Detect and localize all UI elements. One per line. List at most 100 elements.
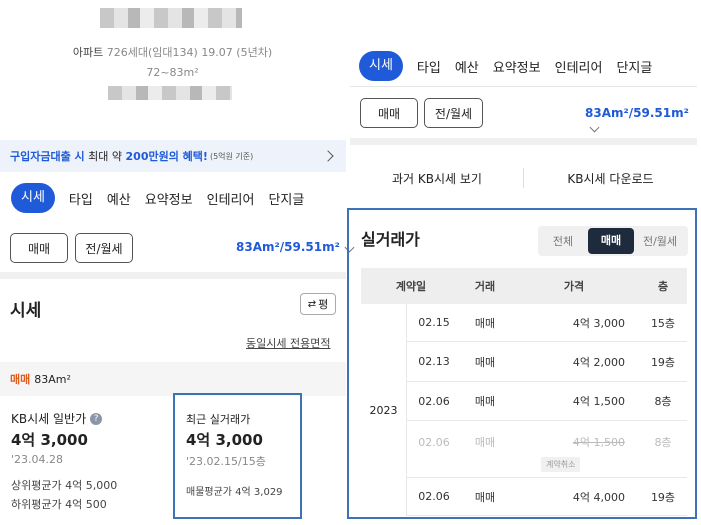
help-icon[interactable]: ? — [90, 412, 103, 425]
chevron-right-icon[interactable] — [322, 150, 334, 162]
col-price[interactable]: 가격 — [509, 278, 639, 294]
complex-summary: 아파트 726세대(임대134) 19.07 (5년차) — [55, 44, 290, 60]
right-sale-button[interactable]: 매매 — [360, 98, 418, 128]
row-price: 4억 4,000 — [572, 490, 625, 504]
tab-type[interactable]: 타입 — [69, 189, 93, 208]
past-kb-price-link[interactable]: 과거 KB시세 보기 — [350, 170, 524, 187]
table-row[interactable]: 02.15 매매 4억 3,000 15층 — [407, 304, 687, 342]
col-type[interactable]: 거래 — [461, 278, 509, 294]
tab-interior[interactable]: 인테리어 — [555, 57, 603, 76]
row-floor: 15층 — [650, 316, 676, 330]
row-date: 02.06 — [418, 394, 450, 408]
row-floor: 8층 — [654, 436, 672, 449]
tab-type[interactable]: 타입 — [417, 57, 441, 76]
tab-bar-divider — [350, 86, 697, 87]
right-section-divider — [350, 138, 697, 145]
price-area-header: 매매 83Am² — [0, 362, 346, 396]
recent-trade-label: 최근 실거래가 — [186, 413, 251, 426]
row-date: 02.06 — [418, 435, 450, 449]
banner-highlight-2: 200만원의 혜택! — [125, 150, 208, 163]
households: 726세대(임대134) — [106, 46, 198, 59]
recent-trade-price: 4억 3,000 — [186, 431, 263, 449]
tab-price[interactable]: 시세 — [359, 51, 403, 81]
tab-posts[interactable]: 단지글 — [268, 189, 304, 208]
table-row-canceled[interactable]: 02.06 매매 4억 1,500 8층 계약취소 — [407, 421, 687, 478]
table-row[interactable]: 02.13 매매 4억 2,000 19층 — [407, 342, 687, 382]
row-type: 매매 — [474, 316, 496, 330]
kb-price-value: 4억 3,000 — [11, 431, 88, 449]
tab-posts[interactable]: 단지글 — [616, 57, 652, 76]
row-price: 4억 1,500 — [572, 395, 625, 408]
right-rent-button[interactable]: 전/월세 — [424, 98, 483, 128]
price-title: 시세 — [10, 301, 42, 321]
row-type: 매매 — [474, 490, 496, 504]
lower-average: 하위평균가 4억 500 — [11, 498, 107, 511]
row-date: 02.13 — [418, 355, 450, 368]
unit-toggle-button[interactable]: ⇄ 평 — [300, 293, 336, 315]
swap-icon: ⇄ — [307, 298, 317, 310]
right-area-select-label: 83Am²/59.51m² — [585, 106, 689, 120]
tab-budget[interactable]: 예산 — [107, 189, 131, 208]
row-type: 매매 — [474, 355, 496, 369]
tab-summary[interactable]: 요약정보 — [145, 189, 193, 208]
listing-average: 매물평균가 4억 3,029 — [186, 487, 283, 498]
banner-mid: 최대 약 — [84, 150, 126, 163]
tab-summary[interactable]: 요약정보 — [493, 57, 541, 76]
filter-all[interactable]: 전체 — [538, 233, 588, 249]
row-date: 02.06 — [418, 490, 450, 503]
blurred-address — [108, 86, 232, 100]
banner-note: (5억원 기준) — [209, 151, 254, 161]
filter-rent[interactable]: 전/월세 — [634, 233, 686, 249]
kb-download-link[interactable]: KB시세 다운로드 — [524, 170, 697, 187]
upper-average: 상위평균가 4억 5,000 — [11, 479, 118, 492]
loan-banner[interactable]: 구입자금대출 시 최대 약 200만원의 혜택! (5억원 기준) — [0, 140, 346, 172]
row-type: 매매 — [474, 395, 496, 408]
recent-trade-highlight: 최근 실거래가 4억 3,000 '23.02.15/15층 매물평균가 4억 … — [173, 393, 302, 519]
same-area-link[interactable]: 동일시세 전용면적 — [246, 335, 330, 351]
area-label: 83Am² — [34, 372, 71, 386]
table-body: 02.15 매매 4억 3,000 15층 02.13 매매 4억 2,000 19층 02.0… — [407, 304, 687, 516]
row-date: 02.15 — [418, 316, 450, 329]
trade-filter-group: 전체 매매 전/월세 — [538, 226, 688, 256]
year-cell: 2023 — [361, 304, 407, 516]
built-year: 19.07 (5년차) — [201, 46, 273, 59]
kb-price-label: KB시세 일반가 — [11, 412, 87, 426]
canceled-badge: 계약취소 — [541, 457, 581, 472]
type-label: 아파트 — [72, 46, 104, 59]
left-sale-button[interactable]: 매매 — [10, 233, 68, 263]
transactions-title: 실거래가 — [361, 230, 420, 249]
left-area-select[interactable]: 83Am²/59.51m² — [236, 240, 355, 254]
col-date[interactable]: 계약일 — [361, 278, 461, 294]
deal-type-label: 매매 — [10, 373, 31, 386]
kb-price-block: KB시세 일반가 ? 4억 3,000 '23.04.28 상위평균가 4억 5… — [11, 410, 171, 512]
col-floor[interactable]: 층 — [639, 278, 687, 294]
recent-trade-info: '23.02.15/15층 — [186, 455, 266, 468]
area-range: 72~83m² — [146, 66, 199, 79]
transactions-panel: 실거래가 전체 매매 전/월세 계약일 거래 가격 층 2023 02.15 매매… — [347, 208, 697, 519]
unit-toggle-label: 평 — [318, 298, 329, 311]
tab-interior[interactable]: 인테리어 — [207, 189, 255, 208]
section-divider — [0, 272, 346, 279]
transactions-table: 계약일 거래 가격 층 2023 02.15 매매 4억 3,000 15층 02.13… — [361, 268, 687, 516]
right-tab-bar: 시세 타입 예산 요약정보 인테리어 단지글 — [359, 50, 697, 82]
right-area-select[interactable]: 83Am²/59.51m² — [585, 106, 701, 134]
table-header: 계약일 거래 가격 층 — [361, 268, 687, 304]
chevron-down-icon — [589, 122, 600, 133]
table-row[interactable]: 02.06 매매 4억 1,500 8층 — [407, 382, 687, 421]
left-area-select-label: 83Am²/59.51m² — [236, 240, 340, 254]
banner-highlight-1: 구입자금대출 시 — [10, 150, 85, 163]
left-tab-bar: 시세 타입 예산 요약정보 인테리어 단지글 — [11, 182, 346, 214]
row-floor: 8층 — [654, 395, 672, 408]
row-price: 4억 1,500 — [572, 436, 625, 449]
table-row[interactable]: 02.06 매매 4억 4,000 19층 — [407, 478, 687, 516]
tab-price[interactable]: 시세 — [11, 183, 55, 213]
row-price: 4억 2,000 — [572, 355, 625, 369]
filter-sale[interactable]: 매매 — [588, 228, 634, 254]
row-floor: 19층 — [650, 355, 676, 369]
blurred-complex-name — [100, 8, 242, 28]
row-price: 4억 3,000 — [572, 316, 625, 330]
row-floor: 19층 — [650, 490, 676, 504]
kb-price-date: '23.04.28 — [11, 453, 64, 466]
tab-budget[interactable]: 예산 — [455, 57, 479, 76]
left-rent-button[interactable]: 전/월세 — [75, 233, 133, 263]
